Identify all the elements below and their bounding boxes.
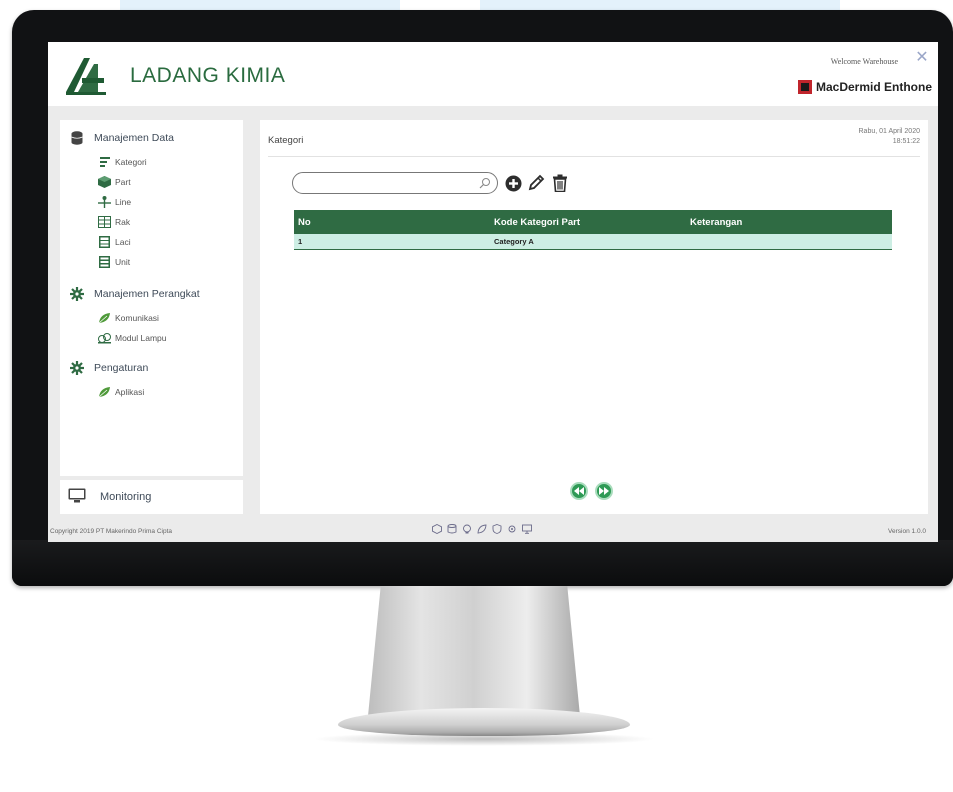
leaf-icon <box>98 386 111 399</box>
sidebar-item-line[interactable]: Line <box>60 192 243 212</box>
table-row[interactable]: 1 Category A <box>294 234 892 250</box>
database-icon <box>70 131 84 145</box>
next-page-button[interactable] <box>595 482 613 500</box>
cell-no: 1 <box>298 237 303 246</box>
brand-logo: MacDermid Enthone <box>797 78 932 96</box>
previous-page-button[interactable] <box>570 482 588 500</box>
leaf-outline-icon <box>477 524 487 534</box>
sidebar-item-label: Komunikasi <box>115 313 159 323</box>
content-panel: Kategori Rabu, 01 April 2020 18:51:22 No… <box>260 120 928 514</box>
part-icon <box>98 176 111 189</box>
sidebar-item-aplikasi[interactable]: Aplikasi <box>60 382 243 402</box>
footer: Copyright 2019 PT Makerindo Prima Cipta … <box>48 520 938 542</box>
sidebar-item-kategori[interactable]: Kategori <box>60 152 243 172</box>
sidebar-item-label: Laci <box>115 237 131 247</box>
next-page-icon <box>599 487 609 495</box>
table-header: No Kode Kategori Part Keterangan <box>294 210 892 234</box>
monitor-icon <box>68 488 86 506</box>
time-text: 18:51:22 <box>892 138 920 145</box>
sidebar-item-label: Kategori <box>115 157 147 167</box>
add-icon <box>505 175 521 191</box>
column-header-no[interactable]: No <box>294 217 494 228</box>
monitor-chin <box>12 540 953 586</box>
add-button[interactable] <box>503 173 523 193</box>
sidebar-item-part[interactable]: Part <box>60 172 243 192</box>
lamp-module-icon <box>98 332 111 345</box>
monitoring-label: Monitoring <box>100 491 152 503</box>
shield-outline-icon <box>492 524 502 534</box>
close-icon[interactable]: ✕ <box>914 50 930 66</box>
previous-page-icon <box>574 487 584 495</box>
version-text: Version 1.0.0 <box>888 528 926 535</box>
leaf-icon <box>98 312 111 325</box>
sidebar-section-label: Pengaturan <box>94 362 149 374</box>
edit-icon <box>528 174 545 191</box>
sidebar-item-label: Modul Lampu <box>115 333 167 343</box>
sidebar-section-label: Manajemen Perangkat <box>94 288 200 300</box>
ladang-kimia-logo-icon <box>66 58 106 95</box>
search-input[interactable] <box>303 176 477 192</box>
monitor-stand-shadow <box>312 732 656 746</box>
gear-outline-icon <box>507 524 517 534</box>
delete-button[interactable] <box>550 173 570 193</box>
sidebar-section-label: Manajemen Data <box>94 132 174 144</box>
sidebar-monitoring-button[interactable]: Monitoring <box>60 480 243 514</box>
title-divider <box>268 156 920 157</box>
app-screen: LADANG KIMIA Welcome Warehouse ✕ MacDerm… <box>48 42 938 542</box>
sidebar-section-pengaturan[interactable]: Pengaturan <box>60 354 243 382</box>
welcome-text: Welcome Warehouse <box>830 57 898 66</box>
page-title: Kategori <box>268 135 304 146</box>
app-title: LADANG KIMIA <box>130 64 286 87</box>
sidebar-item-label: Line <box>115 197 132 207</box>
date-text: Rabu, 01 April 2020 <box>858 128 921 135</box>
gear-icon <box>70 361 84 375</box>
search-box <box>292 172 498 194</box>
sidebar-item-modul-lampu[interactable]: Modul Lampu <box>60 328 243 348</box>
sidebar-section-manajemen-perangkat[interactable]: Manajemen Perangkat <box>60 280 243 308</box>
sidebar-item-rak[interactable]: Rak <box>60 212 243 232</box>
unit-icon <box>98 256 111 269</box>
cell-kode-kategori-part: Category A <box>494 237 534 246</box>
part-outline-icon <box>432 524 442 534</box>
sidebar-item-label: Unit <box>115 257 131 267</box>
macdermid-logo-icon <box>797 80 812 94</box>
copyright-text: Copyright 2019 PT Makerindo Prima Cipta <box>50 528 172 535</box>
sidebar-item-label: Aplikasi <box>115 387 145 397</box>
footer-icons <box>432 524 532 534</box>
kategori-table: No Kode Kategori Part Keterangan 1 Categ… <box>294 210 892 250</box>
database-outline-icon <box>447 524 457 534</box>
drawer-icon <box>98 236 111 249</box>
column-header-keterangan[interactable]: Keterangan <box>690 217 892 228</box>
edit-button[interactable] <box>526 173 546 193</box>
app-header: LADANG KIMIA Welcome Warehouse ✕ MacDerm… <box>48 42 938 106</box>
lamp-outline-icon <box>462 524 472 534</box>
datetime: Rabu, 01 April 2020 18:51:22 <box>859 127 921 147</box>
sidebar-item-label: Rak <box>115 217 131 227</box>
column-header-kode-kategori-part[interactable]: Kode Kategori Part <box>494 217 690 228</box>
search-icon[interactable] <box>479 177 491 189</box>
line-icon <box>98 196 111 209</box>
rack-icon <box>98 216 111 229</box>
sidebar: Manajemen Data Kategori Part Line Rak La… <box>60 120 243 476</box>
monitor-outline-icon <box>522 524 532 534</box>
sidebar-section-manajemen-data[interactable]: Manajemen Data <box>60 124 243 152</box>
gear-icon <box>70 287 84 301</box>
brand-name: MacDermid Enthone <box>815 80 932 94</box>
monitor-stand-neck <box>368 586 580 716</box>
sidebar-item-komunikasi[interactable]: Komunikasi <box>60 308 243 328</box>
category-icon <box>98 156 111 169</box>
delete-icon <box>553 174 567 192</box>
sidebar-item-laci[interactable]: Laci <box>60 232 243 252</box>
sidebar-item-unit[interactable]: Unit <box>60 252 243 272</box>
sidebar-item-label: Part <box>115 177 131 187</box>
